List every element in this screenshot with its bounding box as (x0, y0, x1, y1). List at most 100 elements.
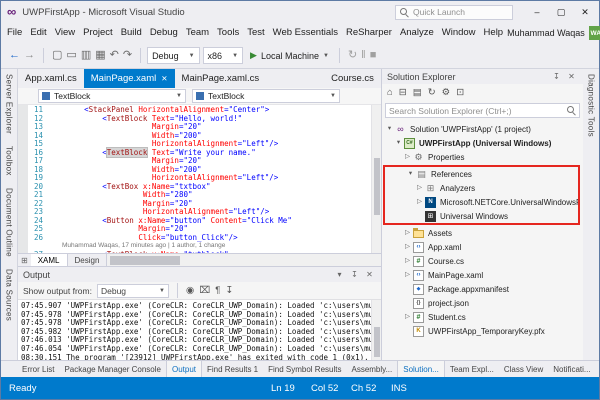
clear-all-icon[interactable]: ⌧ (199, 286, 210, 296)
panel-tab-package-manager-console[interactable]: Package Manager Console (59, 361, 166, 377)
panel-tab-find-symbol-results[interactable]: Find Symbol Results (263, 361, 346, 377)
panel-tab-class-view[interactable]: Class View (499, 361, 548, 377)
tool-tab-server-explorer[interactable]: Server Explorer (5, 74, 14, 134)
menu-item-test[interactable]: Test (243, 23, 268, 43)
collapse-arrow-icon[interactable]: ▾ (394, 140, 403, 147)
tree-item-package-appxmanifest[interactable]: Package.appxmanifest (382, 282, 583, 296)
save-all-icon[interactable]: ▦ (93, 50, 107, 61)
navigate-back-icon[interactable]: ← (7, 50, 22, 61)
tree-item-mainpage-xaml[interactable]: ▷MainPage.xaml (382, 268, 583, 282)
menu-item-resharper[interactable]: ReSharper (342, 23, 396, 43)
navigate-forward-icon[interactable]: → (22, 50, 37, 61)
start-debugging-button[interactable]: ▶ Local Machine ▼ (246, 47, 333, 64)
pin-output-icon[interactable]: ↧ (225, 286, 233, 296)
tab-design-view[interactable]: Design (68, 254, 107, 266)
expand-arrow-icon[interactable]: ▷ (403, 314, 412, 321)
tool-tab-document-outline[interactable]: Document Outline (5, 188, 14, 257)
solution-configuration-dropdown[interactable]: Debug ▼ (147, 47, 199, 64)
panel-tab-assembly[interactable]: Assembly... (346, 361, 397, 377)
expand-arrow-icon[interactable]: ▷ (415, 199, 424, 206)
solution-platform-dropdown[interactable]: x86 ▼ (203, 47, 243, 64)
preview-selected-icon[interactable]: ⊡ (456, 88, 464, 98)
breakpoint-margin[interactable] (18, 105, 28, 253)
quick-launch-input[interactable] (413, 7, 508, 17)
tree-item-student-cs[interactable]: ▷Student.cs (382, 310, 583, 324)
open-file-icon[interactable]: ▭ (64, 50, 78, 61)
solution-explorer-header[interactable]: Solution Explorer ↧✕ (382, 69, 583, 84)
document-tab-course-cs[interactable]: Course.cs (324, 69, 381, 88)
tree-item-universal-windows[interactable]: Universal Windows (385, 209, 578, 223)
find-message-icon[interactable]: ◉ (186, 286, 194, 296)
tab-xaml-view[interactable]: XAML (31, 254, 68, 266)
panel-tab-output[interactable]: Output (166, 361, 202, 377)
document-tab-app-xaml-cs[interactable]: App.xaml.cs (18, 69, 84, 88)
scrollbar-thumb[interactable] (374, 327, 380, 357)
tool-tab-diagnostic-tools[interactable]: Diagnostic Tools (587, 74, 596, 137)
undo-icon[interactable]: ↶ (108, 50, 121, 61)
output-panel-header[interactable]: Output ▾↧✕ (18, 267, 381, 282)
expand-arrow-icon[interactable]: ▷ (403, 244, 412, 251)
redo-icon[interactable]: ↷ (121, 50, 134, 61)
tree-item-properties[interactable]: ▷Properties (382, 150, 583, 164)
expand-arrow-icon[interactable]: ▷ (403, 258, 412, 265)
word-wrap-icon[interactable]: ¶ (215, 286, 220, 296)
close-icon[interactable]: ✕ (565, 69, 578, 84)
refresh-icon[interactable]: ↻ (428, 88, 436, 98)
tree-item-project-json[interactable]: project.json (382, 296, 583, 310)
editor-horizontal-scrollbar[interactable] (106, 254, 381, 266)
collapse-arrow-icon[interactable]: ▾ (406, 171, 415, 178)
refresh-icon[interactable]: ↻ (346, 50, 359, 61)
collapse-arrow-icon[interactable]: ▾ (385, 126, 394, 133)
pause-icon[interactable]: ‖ (359, 50, 368, 61)
menu-item-window[interactable]: Window (438, 23, 480, 43)
expand-arrow-icon[interactable]: ▷ (403, 230, 412, 237)
menu-item-tools[interactable]: Tools (213, 23, 243, 43)
panel-tab-error-list[interactable]: Error List (17, 361, 59, 377)
menu-item-file[interactable]: File (3, 23, 26, 43)
output-source-dropdown[interactable]: Debug ▼ (97, 284, 169, 298)
tree-item-analyzers[interactable]: ▷Analyzers (385, 181, 578, 195)
output-content[interactable]: 07:45.907 'UWPFirstApp.exe' (CoreCLR: Co… (18, 300, 381, 360)
menu-item-help[interactable]: Help (480, 23, 508, 43)
tree-item-app-xaml[interactable]: ▷App.xaml (382, 240, 583, 254)
panel-tab-solution[interactable]: Solution... (397, 361, 445, 377)
document-tab-mainpage-xaml[interactable]: MainPage.xaml✕ (84, 69, 175, 88)
tree-item-solution-uwpfirstapp-1-project[interactable]: ▾Solution 'UWPFirstApp' (1 project) (382, 122, 583, 136)
user-avatar[interactable]: WA (589, 26, 600, 40)
tree-item-microsoft-netcore-universalwindowsplatform[interactable]: ▷Microsoft.NETCore.UniversalWindowsPlatf… (385, 195, 578, 209)
menu-item-view[interactable]: View (51, 23, 79, 43)
tree-item-uwpfirstapp-temporarykey-pfx[interactable]: UWPFirstApp_TemporaryKey.pfx (382, 324, 583, 338)
stop-icon[interactable]: ■ (368, 50, 379, 61)
type-dropdown[interactable]: TextBlock ▼ (38, 89, 186, 103)
tree-item-references[interactable]: ▾References (385, 167, 578, 181)
member-dropdown[interactable]: TextBlock ▼ (192, 89, 340, 103)
new-file-icon[interactable]: ▢ (50, 50, 64, 61)
code-editor[interactable]: 11 <StackPanel HorizontalAlignment="Cent… (18, 105, 381, 253)
panel-tab-notificati[interactable]: Notificati... (548, 361, 595, 377)
tree-item-assets[interactable]: ▷Assets (382, 226, 583, 240)
menu-item-build[interactable]: Build (117, 23, 146, 43)
tool-tab-toolbox[interactable]: Toolbox (5, 146, 14, 176)
collapse-all-icon[interactable]: ⊟ (399, 88, 407, 98)
user-name[interactable]: Muhammad Waqas (507, 28, 585, 38)
document-tab-mainpage-xaml-cs[interactable]: MainPage.xaml.cs (175, 69, 267, 88)
close-tab-icon[interactable]: ✕ (161, 75, 167, 83)
maximize-button[interactable]: ▢ (549, 2, 573, 22)
pin-icon[interactable]: ↧ (550, 69, 563, 84)
tree-item-course-cs[interactable]: ▷Course.cs (382, 254, 583, 268)
scrollbar-thumb[interactable] (374, 158, 380, 214)
expand-arrow-icon[interactable]: ▷ (403, 154, 412, 161)
panel-tab-team-expl[interactable]: Team Expl... (445, 361, 499, 377)
expand-arrow-icon[interactable]: ▷ (403, 272, 412, 279)
show-all-files-icon[interactable]: ▤ (413, 88, 422, 98)
output-vertical-scrollbar[interactable] (371, 300, 381, 360)
scrollbar-thumb[interactable] (110, 256, 180, 265)
close-icon[interactable]: ✕ (363, 267, 376, 282)
menu-item-web-essentials[interactable]: Web Essentials (269, 23, 342, 43)
menu-item-team[interactable]: Team (182, 23, 213, 43)
menu-item-analyze[interactable]: Analyze (396, 23, 438, 43)
minimize-button[interactable]: – (525, 2, 549, 22)
menu-item-edit[interactable]: Edit (26, 23, 50, 43)
window-menu-icon[interactable]: ▾ (333, 267, 346, 282)
menu-item-debug[interactable]: Debug (146, 23, 182, 43)
